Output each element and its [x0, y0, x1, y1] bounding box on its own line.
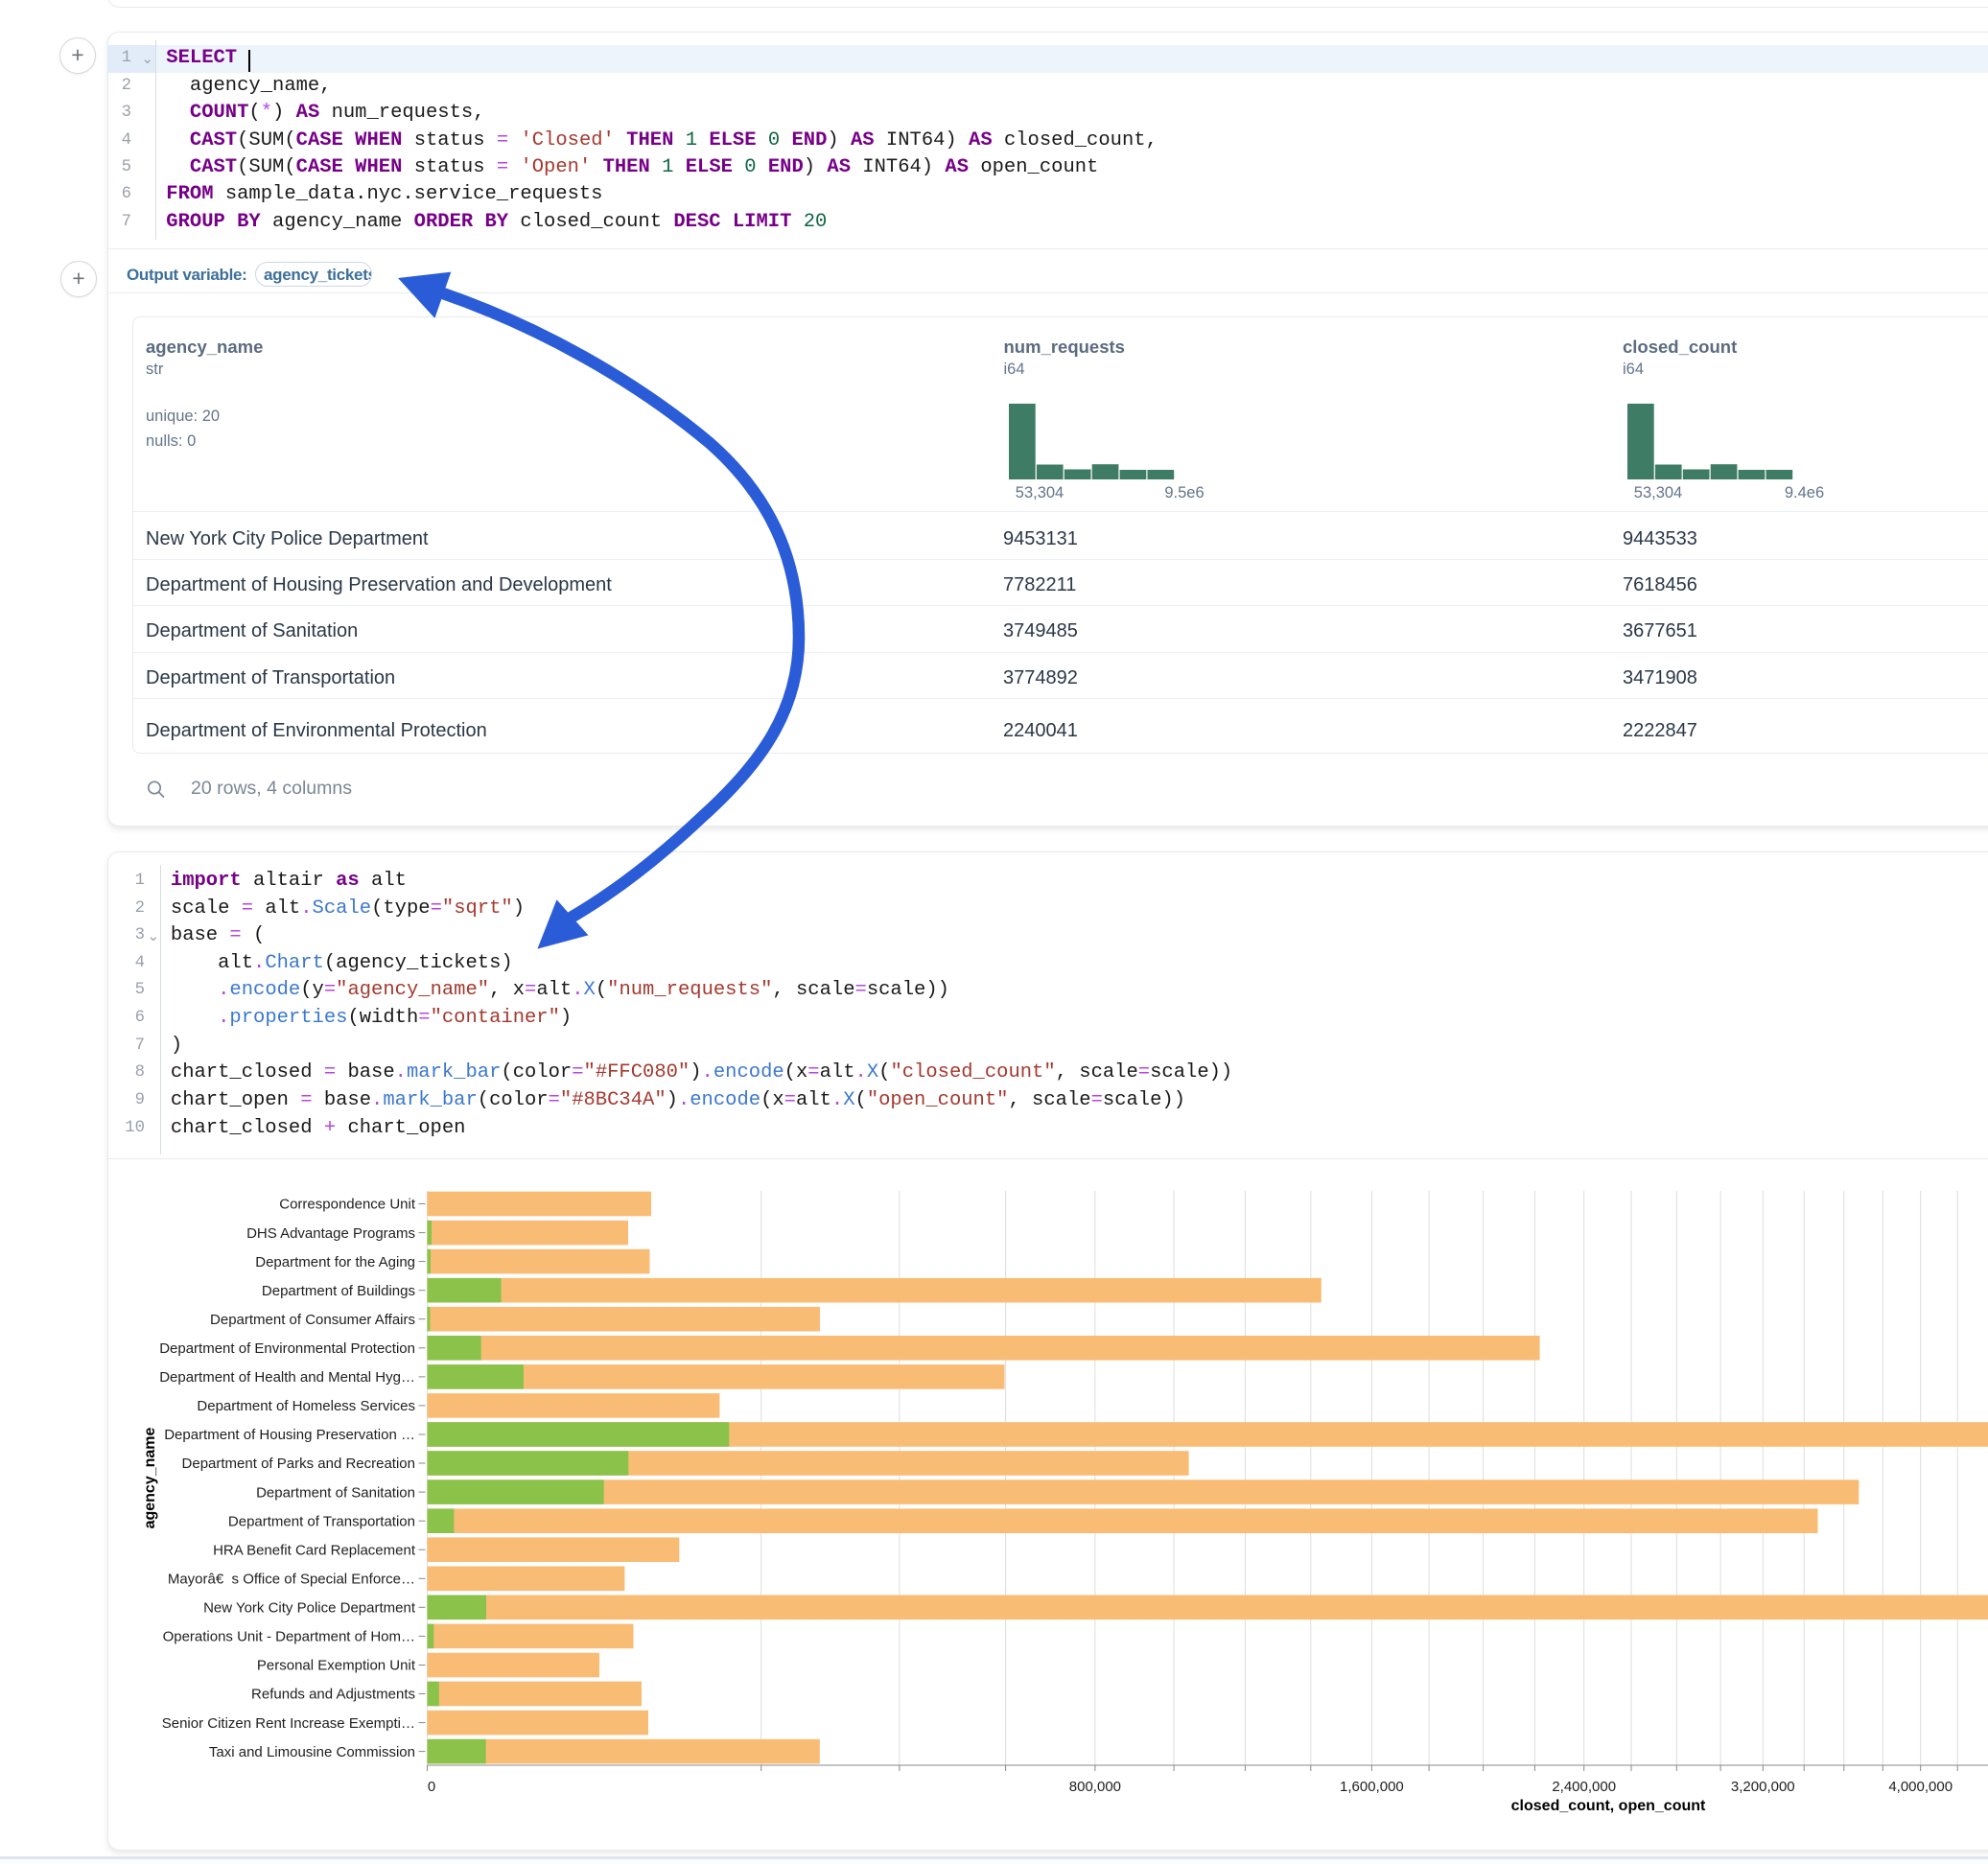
- svg-text:Department of Transportation: Department of Transportation: [228, 1513, 415, 1529]
- svg-text:New York City Police Departmen: New York City Police Department: [203, 1600, 416, 1617]
- svg-text:Taxi and Limousine Commission: Taxi and Limousine Commission: [209, 1744, 415, 1760]
- svg-text:1,600,000: 1,600,000: [1340, 1779, 1404, 1795]
- svg-text:Refunds and Adjustments: Refunds and Adjustments: [251, 1687, 415, 1703]
- svg-text:Department of Buildings: Department of Buildings: [262, 1283, 415, 1299]
- svg-text:DHS Advantage Programs: DHS Advantage Programs: [246, 1225, 415, 1242]
- svg-text:2,400,000: 2,400,000: [1552, 1779, 1616, 1795]
- svg-text:Department of Consumer Affairs: Department of Consumer Affairs: [210, 1312, 415, 1328]
- svg-text:Department of Homeless Service: Department of Homeless Services: [197, 1398, 415, 1414]
- svg-text:Department of Housing Preserva: Department of Housing Preservation …: [164, 1427, 415, 1443]
- svg-text:Department of Environmental Pr: Department of Environmental Protection: [159, 1340, 415, 1357]
- svg-text:3,200,000: 3,200,000: [1731, 1779, 1795, 1795]
- svg-text:Personal Exemption Unit: Personal Exemption Unit: [257, 1658, 416, 1674]
- svg-text:Department for the Aging: Department for the Aging: [255, 1254, 415, 1270]
- svg-text:4,000,000: 4,000,000: [1888, 1779, 1953, 1795]
- svg-text:HRA Benefit Card Replacement: HRA Benefit Card Replacement: [213, 1542, 416, 1558]
- svg-text:0: 0: [428, 1779, 435, 1795]
- svg-text:closed_count, open_count: closed_count, open_count: [1511, 1798, 1706, 1814]
- svg-text:Correspondence Unit: Correspondence Unit: [279, 1197, 416, 1213]
- svg-text:800,000: 800,000: [1069, 1779, 1121, 1795]
- svg-text:Mayorâ€ s Office of Special E: Mayorâ€ s Office of Special Enforce…: [168, 1572, 415, 1588]
- svg-text:Department of Health and Menta: Department of Health and Mental Hyg…: [159, 1369, 415, 1386]
- svg-text:Department of Sanitation: Department of Sanitation: [256, 1484, 415, 1501]
- svg-text:Senior Citizen Rent Increase E: Senior Citizen Rent Increase Exempti…: [162, 1715, 415, 1732]
- svg-text:Department of Parks and Recrea: Department of Parks and Recreation: [182, 1456, 415, 1472]
- svg-text:agency_name: agency_name: [142, 1427, 158, 1528]
- svg-text:Operations Unit - Department o: Operations Unit - Department of Hom…: [163, 1629, 415, 1645]
